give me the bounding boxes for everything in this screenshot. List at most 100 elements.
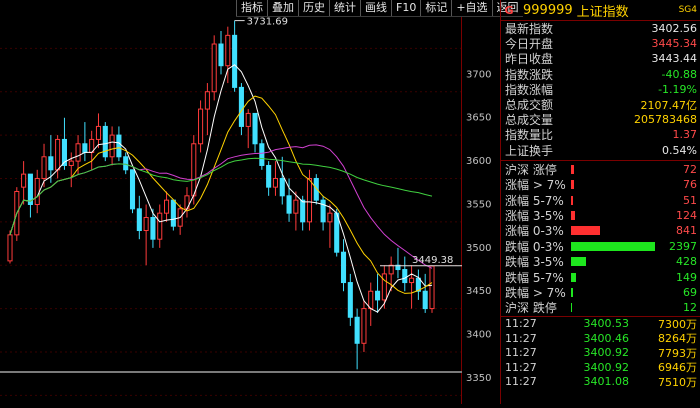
quote-value: 3445.34: [651, 37, 698, 51]
candle-body: [375, 290, 381, 301]
candle-body: [327, 212, 333, 223]
quote-value: 1.37: [672, 128, 698, 142]
tick-row: 11:27 3400.53 7300万: [501, 317, 700, 332]
candle-body: [48, 156, 54, 171]
quote-stats: 最新指数 3402.56 今日开盘 3445.34 昨日收盘 3443.44 指数涨跌 -40…: [501, 21, 700, 161]
breadth-bar: [571, 272, 577, 282]
candle-body: [300, 199, 306, 223]
breadth-bar-track: [571, 226, 655, 236]
candle-body: [368, 290, 374, 310]
tick-price: 3400.53: [583, 317, 630, 331]
quote-value: 0.54%: [662, 143, 697, 157]
candle-body: [306, 177, 313, 223]
candle-body: [347, 282, 353, 318]
breadth-value: 72: [683, 162, 697, 176]
market-breadth: 沪深 涨停 72 涨幅 > 7% 76 涨幅 5-7% 51 涨幅 3-5% 124 涨幅 0-…: [501, 161, 700, 317]
breadth-row: 涨幅 3-5% 124: [501, 208, 700, 223]
candle-body: [429, 265, 435, 310]
candle-body: [164, 199, 170, 214]
toolbar-item-6[interactable]: 标记: [420, 0, 451, 16]
toolbar-item-5[interactable]: F10: [391, 0, 420, 16]
breadth-row: 涨幅 0-3% 841: [501, 223, 700, 238]
candle-body: [75, 143, 81, 162]
candle-body: [320, 199, 326, 223]
tick-row: 11:27 3401.08 7510万: [501, 375, 700, 390]
breadth-value: 2397: [669, 239, 697, 253]
candle-body: [361, 308, 367, 344]
breadth-bar-track: [571, 257, 655, 267]
breadth-value: 51: [683, 193, 697, 207]
y-tick-label: 3600: [466, 156, 491, 167]
candle-body: [381, 273, 387, 301]
breadth-value: 428: [676, 255, 697, 269]
quote-row: 指数涨幅 -1.19%: [501, 82, 700, 97]
toolbar-item-0[interactable]: 指标: [236, 0, 267, 16]
breadth-value: 76: [683, 178, 697, 192]
breadth-bar: [571, 195, 573, 205]
breadth-bar: [571, 211, 576, 221]
quote-row: 上证换手 0.54%: [501, 143, 700, 158]
breadth-row: 涨幅 > 7% 76: [501, 177, 700, 192]
candle-body: [82, 143, 88, 153]
y-tick-label: 3350: [466, 373, 491, 384]
tick-row: 11:27 3400.92 6946万: [501, 360, 700, 375]
breadth-value: 12: [683, 301, 697, 315]
tick-time: 11:27: [505, 360, 537, 374]
quote-panel: G 999999 上证指数 SG4 最新指数 3402.56 今日开盘 3445.34…: [500, 0, 700, 404]
quote-value: 2107.47亿: [640, 98, 698, 112]
tick-row: 11:27 3400.46 8264万: [501, 331, 700, 346]
moving-average-line: [9, 157, 433, 236]
quote-row: 总成交额 2107.47亿: [501, 97, 700, 112]
candle-body: [293, 199, 299, 214]
moving-average-line: [9, 95, 433, 294]
quote-value: 205783468: [634, 113, 697, 127]
candle-body: [95, 125, 102, 140]
breadth-bar-track: [571, 272, 655, 282]
breadth-bar-track: [571, 211, 655, 221]
quote-label: 上证换手: [505, 143, 554, 158]
candle-body: [340, 251, 347, 284]
candle-body: [211, 43, 217, 93]
candle-body: [123, 156, 129, 171]
candle-body: [7, 234, 13, 262]
tick-price: 3401.08: [583, 375, 630, 389]
candle-body: [41, 156, 47, 179]
candle-body: [409, 277, 415, 284]
toolbar-item-1[interactable]: 叠加: [267, 0, 298, 16]
candle-body: [129, 169, 136, 210]
tick-list: 11:27 3400.53 7300万 11:27 3400.46 8264万 11:27 3…: [501, 317, 700, 390]
quote-row: 今日开盘 3445.34: [501, 36, 700, 51]
candle-body: [109, 134, 115, 158]
toolbar-item-3[interactable]: 统计: [329, 0, 360, 16]
candle-body: [21, 173, 27, 188]
y-tick-label: 3500: [466, 243, 491, 254]
candle-body: [204, 91, 210, 110]
breadth-value: 69: [683, 286, 697, 299]
toolbar-item-4[interactable]: 画线: [360, 0, 391, 16]
candle-body: [272, 177, 278, 188]
max-price-label: 3731.69: [247, 17, 288, 28]
toolbar-item-2[interactable]: 历史: [298, 0, 329, 16]
tick-time: 11:27: [505, 375, 537, 389]
breadth-bar: [571, 226, 601, 236]
candle-body: [252, 112, 258, 145]
candle-body: [279, 177, 285, 197]
tick-time: 11:27: [505, 346, 537, 360]
tick-row: 11:27 3400.92 7793万: [501, 346, 700, 361]
stock-header: G 999999 上证指数 SG4: [501, 0, 700, 21]
price-axis: 370036503600355035003450340033503300: [466, 69, 491, 384]
chart-svg: 3731.69 3449.38: [0, 0, 462, 404]
candle-body: [157, 212, 163, 240]
candlestick-chart[interactable]: 3731.69 3449.38: [0, 0, 462, 404]
candle-body: [225, 34, 231, 67]
breadth-bar: [571, 241, 655, 251]
candle-body: [286, 195, 292, 214]
candle-body: [198, 108, 204, 145]
breadth-label: 沪深 跌停: [505, 301, 557, 316]
breadth-bar-track: [571, 303, 655, 313]
y-tick-label: 3700: [466, 69, 491, 80]
breadth-row: 跌幅 0-3% 2397: [501, 239, 700, 254]
candle-body: [238, 86, 244, 127]
tick-price: 3400.92: [583, 360, 630, 374]
toolbar-item-7[interactable]: +自选: [451, 0, 491, 16]
